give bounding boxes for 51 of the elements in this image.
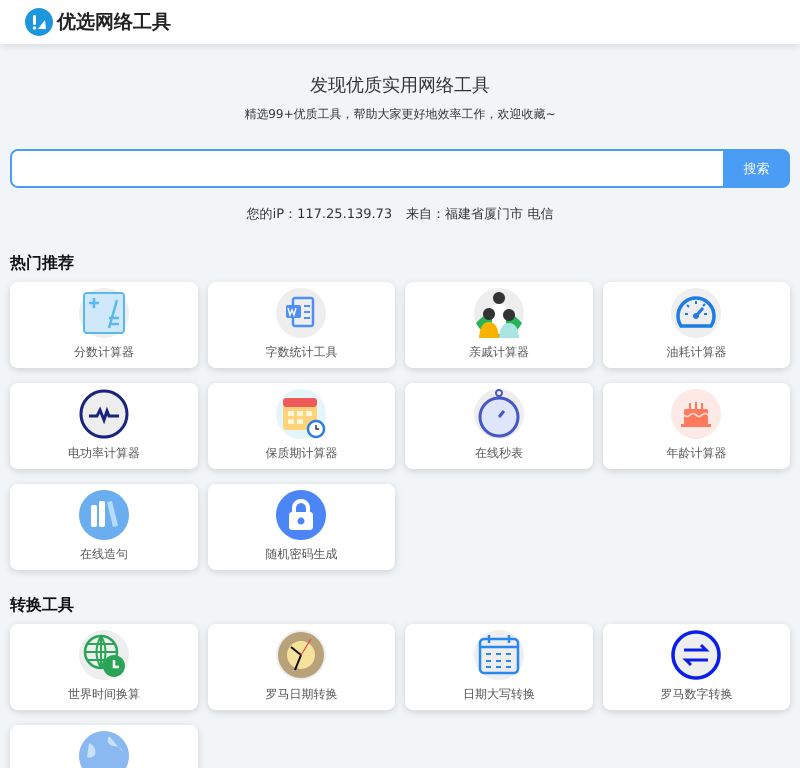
- tool-card[interactable]: 年龄计算器: [602, 383, 790, 469]
- tool-name: 罗马数字转换: [660, 686, 732, 703]
- tool-card[interactable]: 字数统计工具: [208, 282, 395, 368]
- tool-name: 随机密码生成: [265, 546, 338, 563]
- section-title: 转换工具: [10, 595, 75, 616]
- document-icon: [276, 288, 326, 338]
- hero-subtitle: 精选99+优质工具，帮助大家更好地效率工作，欢迎收藏~: [243, 106, 557, 123]
- tool-name: 亲戚计算器: [468, 344, 529, 361]
- search-field[interactable]: [10, 149, 723, 188]
- tool-name: 在线秒表: [474, 445, 523, 462]
- tool-card[interactable]: 在线造句: [10, 484, 198, 570]
- calendar-icon: [276, 389, 326, 439]
- stopwatch-icon: [474, 389, 524, 439]
- globe-icon: [78, 731, 129, 768]
- family-icon: [474, 288, 524, 338]
- tool-card[interactable]: 油耗计算器: [602, 282, 790, 368]
- tool-card[interactable]: 日期大写转换: [405, 624, 592, 710]
- hero-title: 发现优质实用网络工具: [309, 74, 491, 98]
- clock-icon: [276, 630, 326, 680]
- swap-icon: [671, 630, 722, 680]
- tool-card[interactable]: 罗马日期转换: [208, 624, 395, 710]
- pulse-icon: [78, 389, 129, 439]
- tool-name: 年龄计算器: [666, 445, 726, 462]
- lock-icon: [276, 490, 326, 540]
- globe-clock-icon: [78, 630, 129, 680]
- tool-name: 日期大写转换: [462, 686, 535, 703]
- tool-card[interactable]: 亲戚计算器: [405, 282, 592, 368]
- tool-name: 世界时间换算: [68, 686, 140, 703]
- ip-address-text: 您的iP：117.25.139.73: [246, 206, 392, 223]
- cake-icon: [671, 389, 722, 439]
- site-name: 优选网络工具: [57, 10, 171, 35]
- books-icon: [78, 490, 129, 540]
- section-title: 热门推荐: [10, 253, 75, 274]
- tool-card[interactable]: 世界时间换算: [10, 624, 198, 710]
- tool-card[interactable]: 随机密码生成: [208, 484, 395, 570]
- location-text: 来自：福建省厦门市 电信: [406, 206, 554, 223]
- tool-card[interactable]: 保质期计算器: [208, 383, 395, 469]
- tool-name: 在线造句: [80, 546, 128, 563]
- tool-card[interactable]: 电功率计算器: [10, 383, 198, 469]
- tool-name: 分数计算器: [74, 344, 134, 361]
- tool-card[interactable]: 罗马数字转换: [602, 624, 790, 710]
- tool-name: 保质期计算器: [265, 445, 338, 462]
- tool-card[interactable]: 分数计算器: [10, 282, 198, 368]
- tool-name: 电功率计算器: [68, 445, 140, 462]
- gauge-icon: [671, 288, 722, 338]
- calendar-icon: [474, 630, 524, 680]
- tool-card[interactable]: 在线秒表: [405, 383, 592, 469]
- tool-name: 罗马日期转换: [265, 686, 338, 703]
- logo-icon: [25, 8, 53, 36]
- tool-name: 油耗计算器: [666, 344, 726, 361]
- tool-name: 字数统计工具: [265, 344, 338, 361]
